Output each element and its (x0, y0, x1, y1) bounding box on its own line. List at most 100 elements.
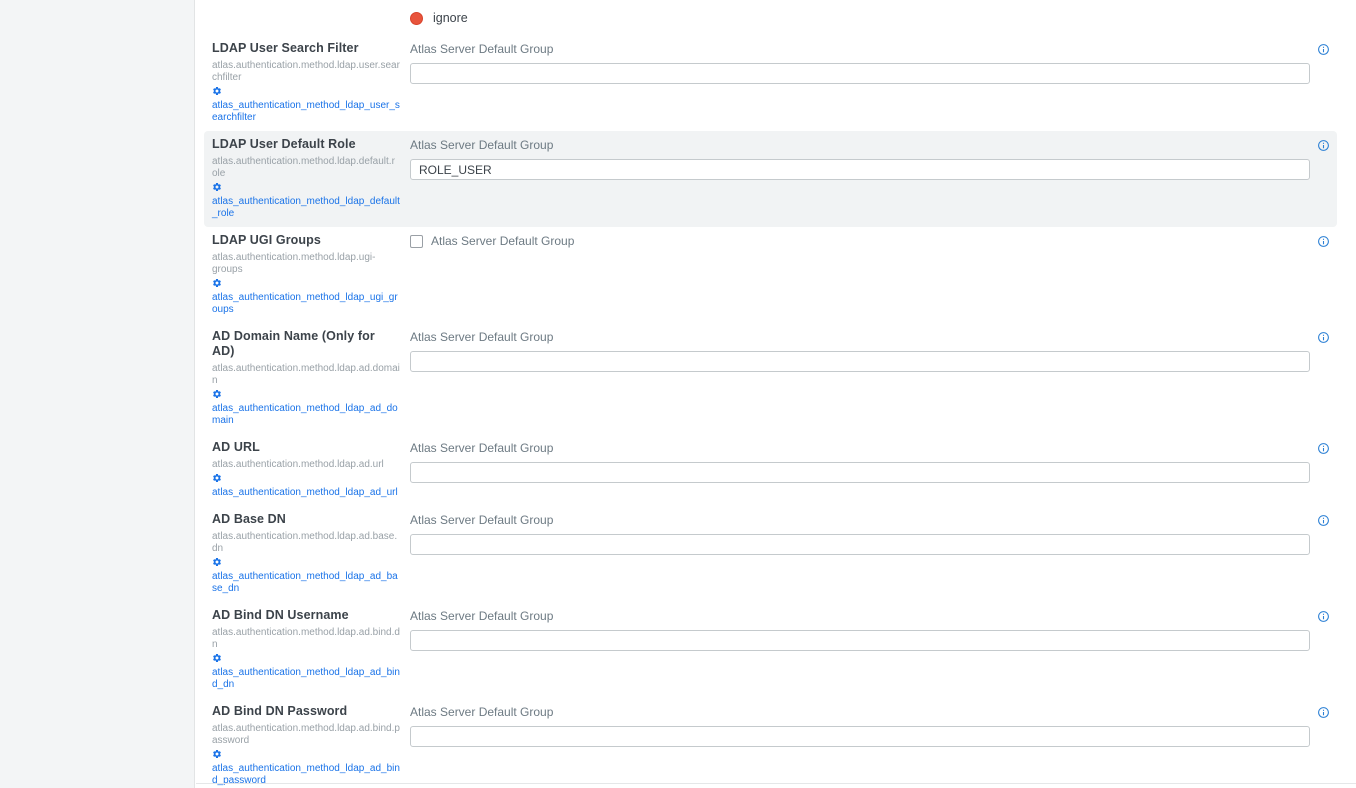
value-input[interactable] (410, 63, 1310, 84)
info-icon[interactable] (1317, 43, 1330, 56)
group-label: Atlas Server Default Group (410, 441, 553, 456)
config-row-value-area: Atlas Server Default Group (410, 512, 1310, 595)
config-row-value-area: Atlas Server Default Group (410, 233, 1310, 316)
radio-option-ignore[interactable]: ignore (410, 7, 1310, 29)
api-name-text: atlas_authentication_method_ldap_ad_url (212, 487, 398, 498)
group-label: Atlas Server Default Group (410, 330, 553, 345)
config-row-left: AD Domain Name (Only for AD) atlas.authe… (212, 329, 410, 427)
config-row-value-area: Atlas Server Default Group (410, 137, 1310, 220)
config-row-info (1310, 440, 1337, 499)
info-icon[interactable] (1317, 610, 1330, 623)
config-row-left: AD Bind DN Username atlas.authentication… (212, 608, 410, 691)
api-name-text: atlas_authentication_method_ldap_ad_base… (212, 571, 398, 594)
api-name-link[interactable]: atlas_authentication_method_ldap_ad_bind… (212, 653, 400, 691)
config-row-info (1310, 512, 1337, 595)
api-name-link[interactable]: atlas_authentication_method_ldap_default… (212, 182, 400, 220)
api-name-text: atlas_authentication_method_ldap_ad_bind… (212, 667, 400, 690)
group-label: Atlas Server Default Group (410, 609, 553, 624)
setting-property-name: atlas.authentication.method.ldap.ad.bind… (212, 627, 400, 651)
group-row: Atlas Server Default Group (410, 609, 1310, 624)
api-name-text: atlas_authentication_method_ldap_ad_doma… (212, 403, 398, 426)
config-row: AD URL atlas.authentication.method.ldap.… (204, 434, 1337, 506)
group-row: Atlas Server Default Group (410, 234, 1310, 249)
api-name-text: atlas_authentication_method_ldap_ugi_gro… (212, 292, 398, 315)
partial-left-spacer (212, 4, 410, 29)
value-input[interactable] (410, 630, 1310, 651)
config-row-info (1310, 137, 1337, 220)
config-row-value-area: Atlas Server Default Group (410, 440, 1310, 499)
config-row-left: LDAP User Default Role atlas.authenticat… (212, 137, 410, 220)
partial-info-spacer (1310, 4, 1337, 29)
api-name-link[interactable]: atlas_authentication_method_ldap_ad_doma… (212, 389, 400, 427)
gear-icon (212, 182, 222, 196)
radio-selected-icon[interactable] (410, 12, 423, 25)
value-input[interactable] (410, 534, 1310, 555)
config-row-value-area: Atlas Server Default Group (410, 329, 1310, 427)
setting-property-name: atlas.authentication.method.ldap.ad.doma… (212, 363, 400, 387)
info-icon[interactable] (1317, 514, 1330, 527)
setting-label: AD Bind DN Username (212, 608, 400, 623)
config-row-left: AD Bind DN Password atlas.authentication… (212, 704, 410, 787)
group-label: Atlas Server Default Group (410, 705, 553, 720)
setting-property-name: atlas.authentication.method.ldap.ad.base… (212, 531, 400, 555)
config-row: AD Bind DN Username atlas.authentication… (204, 602, 1337, 698)
setting-label: AD Bind DN Password (212, 704, 400, 719)
group-label: Atlas Server Default Group (431, 234, 574, 249)
group-row: Atlas Server Default Group (410, 513, 1310, 528)
setting-label: LDAP UGI Groups (212, 233, 400, 248)
api-name-link[interactable]: atlas_authentication_method_ldap_user_se… (212, 86, 400, 124)
group-row: Atlas Server Default Group (410, 705, 1310, 720)
gear-icon (212, 278, 222, 292)
config-row-value-area: Atlas Server Default Group (410, 704, 1310, 787)
config-row-info (1310, 41, 1337, 124)
group-row: Atlas Server Default Group (410, 138, 1310, 153)
group-label: Atlas Server Default Group (410, 138, 553, 153)
value-input[interactable] (410, 351, 1310, 372)
setting-property-name: atlas.authentication.method.ldap.user.se… (212, 60, 400, 84)
config-row: LDAP User Default Role atlas.authenticat… (204, 131, 1337, 227)
gear-icon (212, 557, 222, 571)
setting-property-name: atlas.authentication.method.ldap.ugi-gro… (212, 252, 400, 276)
partial-mid-col: ignore (410, 4, 1310, 29)
config-row: AD Base DN atlas.authentication.method.l… (204, 506, 1337, 602)
radio-option-label: ignore (433, 11, 468, 25)
value-input[interactable] (410, 462, 1310, 483)
info-icon[interactable] (1317, 139, 1330, 152)
group-row: Atlas Server Default Group (410, 441, 1310, 456)
info-icon[interactable] (1317, 331, 1330, 344)
config-row: LDAP UGI Groups atlas.authentication.met… (204, 227, 1337, 323)
config-row-value-area: Atlas Server Default Group (410, 608, 1310, 691)
api-name-link[interactable]: atlas_authentication_method_ldap_ad_url (212, 473, 400, 499)
config-row-info (1310, 329, 1337, 427)
value-input[interactable] (410, 726, 1310, 747)
config-row-partial: ignore (204, 0, 1337, 35)
group-label: Atlas Server Default Group (410, 42, 553, 57)
setting-label: AD URL (212, 440, 400, 455)
api-name-link[interactable]: atlas_authentication_method_ldap_ad_base… (212, 557, 400, 595)
setting-property-name: atlas.authentication.method.ldap.default… (212, 156, 400, 180)
config-content: ignore LDAP User Search Filter atlas.aut… (196, 0, 1356, 788)
group-row: Atlas Server Default Group (410, 330, 1310, 345)
gear-icon (212, 749, 222, 763)
group-checkbox[interactable] (410, 235, 423, 248)
setting-label: LDAP User Default Role (212, 137, 400, 152)
config-page: ignore LDAP User Search Filter atlas.aut… (0, 0, 1356, 788)
config-row: AD Bind DN Password atlas.authentication… (204, 698, 1337, 788)
api-name-text: atlas_authentication_method_ldap_default… (212, 196, 400, 219)
value-input[interactable] (410, 159, 1310, 180)
setting-property-name: atlas.authentication.method.ldap.ad.bind… (212, 723, 400, 747)
config-row: LDAP User Search Filter atlas.authentica… (204, 35, 1337, 131)
info-icon[interactable] (1317, 706, 1330, 719)
setting-label: AD Domain Name (Only for AD) (212, 329, 400, 359)
group-row: Atlas Server Default Group (410, 42, 1310, 57)
config-row-value-area: Atlas Server Default Group (410, 41, 1310, 124)
info-icon[interactable] (1317, 235, 1330, 248)
config-row-left: AD Base DN atlas.authentication.method.l… (212, 512, 410, 595)
info-icon[interactable] (1317, 442, 1330, 455)
api-name-link[interactable]: atlas_authentication_method_ldap_ugi_gro… (212, 278, 400, 316)
api-name-link[interactable]: atlas_authentication_method_ldap_ad_bind… (212, 749, 400, 787)
left-sidebar (0, 0, 195, 788)
config-row-left: LDAP User Search Filter atlas.authentica… (212, 41, 410, 124)
config-row: AD Domain Name (Only for AD) atlas.authe… (204, 323, 1337, 434)
gear-icon (212, 473, 222, 487)
